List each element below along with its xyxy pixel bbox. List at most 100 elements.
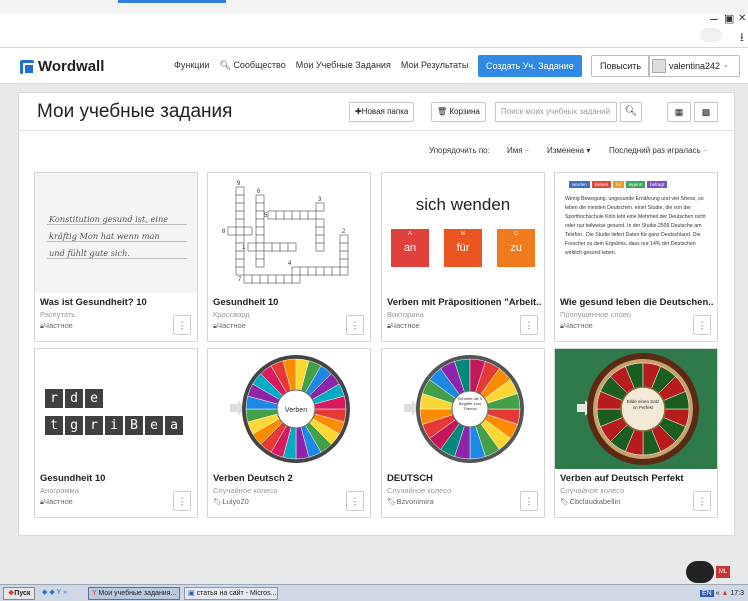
sort-by-last-played[interactable]: Последний раз игралась – (609, 146, 707, 155)
letter-tile: r (85, 416, 103, 435)
new-folder-button[interactable]: ✚Новая папка (349, 102, 415, 122)
word-tag: lol (613, 181, 624, 188)
nav-features[interactable]: Функции (174, 60, 209, 71)
card-title[interactable]: DEUTSCH (387, 473, 541, 484)
letter-tile: B (125, 416, 143, 435)
sort-last-played-label: Последний раз игралась (609, 146, 701, 155)
activity-card[interactable]: werden kamen lol eigens befragt Wenig Be… (554, 172, 718, 342)
crossword-cells (227, 186, 349, 284)
spin-wheel: Bilde einen Satz im Perfekt (577, 353, 699, 465)
card-menu-button[interactable]: ⋮ (520, 491, 538, 511)
handwritten-text: Konstitution gesund ist, eine kräftig Mo… (49, 211, 168, 262)
restore-button[interactable]: ▣ (724, 12, 734, 25)
trash-button[interactable]: 🗑︎ Корзина (431, 102, 486, 122)
card-title[interactable]: Was ist Gesundheit? 10 (40, 297, 194, 308)
start-button[interactable]: ❖Пуск (3, 587, 36, 600)
grid-view-small-button[interactable]: ▩ (694, 102, 718, 122)
nav-community[interactable]: 🔍︎ Сообщество (219, 60, 285, 71)
letter-tile: g (65, 416, 83, 435)
card-owner-label: Частное (391, 321, 420, 330)
card-type: Анаграмма (40, 486, 79, 495)
sort-by-modified[interactable]: Изменена ▾ (547, 146, 590, 155)
ml-badge[interactable]: ML (716, 566, 730, 578)
card-owner: 🔖︎Bzvonimira (387, 497, 434, 506)
bookmark-icon: 🔖︎ (560, 497, 570, 506)
taskbar-task-word[interactable]: ▣ статья на сайт - Micros... (184, 587, 278, 600)
clock: 17:3 (730, 590, 744, 597)
word-tag: eigens (625, 181, 646, 188)
card-title[interactable]: Gesundheit 10 (213, 297, 367, 308)
card-menu-button[interactable]: ⋮ (693, 315, 711, 335)
clue-number: 5 (264, 213, 268, 219)
card-menu-button[interactable]: ⋮ (346, 491, 364, 511)
address-bar[interactable] (8, 22, 708, 40)
activity-card[interactable]: 9 6 5 3 8 2 1 4 7 Gesundheit 10 Кроссвор… (207, 172, 371, 342)
activity-card[interactable]: Bilde einen Satz im Perfekt Verben auf D… (554, 348, 718, 518)
grid-small-icon: ▩ (701, 107, 711, 117)
answer-text: an (403, 242, 417, 254)
letter-tile: e (145, 416, 163, 435)
card-thumbnail: Schreibt die 5 Begriffe zum Thema! (382, 349, 544, 469)
bookmark-icon: 🔖︎ (387, 497, 397, 506)
taskbar-task-browser[interactable]: Y Мои учебные задания... (88, 587, 180, 600)
card-title[interactable]: Verben mit Präpositionen "Arbeit... (387, 297, 541, 308)
more-vertical-icon: ⋮ (350, 496, 360, 506)
answer-label: C (513, 231, 519, 237)
clue-number: 6 (257, 189, 261, 195)
card-title[interactable]: Verben auf Deutsch Perfekt (560, 473, 714, 484)
card-thumbnail: 9 6 5 3 8 2 1 4 7 (208, 173, 370, 293)
card-thumbnail: sich wenden Aan Bfür Czu (382, 173, 544, 293)
site-header: Wordwall Функции 🔍︎ Сообщество Мои Учебн… (0, 48, 748, 84)
grid-large-icon: ▦ (674, 107, 684, 117)
extension-pill[interactable] (700, 28, 722, 42)
card-menu-button[interactable]: ⋮ (693, 491, 711, 511)
word-tag: werden (569, 181, 590, 188)
chevron-left-icon[interactable]: « (716, 590, 720, 597)
user-menu[interactable]: valentina242 ⌄ (648, 55, 740, 77)
answer-label: A (407, 231, 412, 237)
activity-card[interactable]: r d e t g r i B e a Gesundheit 10 Анагра… (34, 348, 198, 518)
sort-by-name[interactable]: Имя – (507, 146, 529, 155)
close-window-button[interactable]: ✕ (738, 13, 746, 24)
download-icon[interactable]: ⭳ (740, 28, 744, 49)
nav-my-activities[interactable]: Мои Учебные Задания (296, 60, 391, 71)
activity-card[interactable]: Verben Verben Deutsch 2 Случайное колесо… (207, 348, 371, 518)
card-owner-label: Lulyo20 (222, 497, 249, 506)
activity-card[interactable]: Schreibt die 5 Begriffe zum Thema! DEUTS… (381, 348, 545, 518)
activity-card[interactable]: Konstitution gesund ist, eine kräftig Mo… (34, 172, 198, 342)
quicklaunch-icons[interactable]: ◆ ◆ Y » (42, 588, 67, 596)
plus-icon: ✚ (355, 107, 362, 116)
grid-view-large-button[interactable]: ▦ (667, 102, 691, 122)
taskbar: ❖Пуск ◆ ◆ Y » Y Мои учебные задания... ▣… (0, 584, 748, 601)
new-folder-label: Новая папка (361, 107, 409, 116)
card-owner-label: Частное (564, 321, 593, 330)
search-button[interactable]: 🔍︎ (620, 102, 642, 122)
word-icon: ▣ (188, 590, 195, 597)
card-menu-button[interactable]: ⋮ (520, 315, 538, 335)
wordwall-logo[interactable]: Wordwall (20, 58, 104, 75)
card-title[interactable]: Verben Deutsch 2 (213, 473, 367, 484)
card-owner-label: Частное (44, 497, 73, 506)
active-tab-indicator[interactable] (118, 0, 226, 3)
card-menu-button[interactable]: ⋮ (173, 315, 191, 335)
language-indicator[interactable]: EN (699, 590, 714, 597)
create-activity-button[interactable]: Создать Уч. Задание (478, 55, 582, 77)
clue-number: 2 (342, 229, 346, 235)
activity-card[interactable]: sich wenden Aan Bfür Czu Verben mit Präp… (381, 172, 545, 342)
chevron-down-icon: ⌄ (723, 62, 729, 69)
nav-my-results[interactable]: Мои Результаты (401, 60, 469, 71)
warning-icon[interactable]: ▲ (721, 590, 728, 597)
card-thumbnail: r d e t g r i B e a (35, 349, 197, 469)
card-title[interactable]: Gesundheit 10 (40, 473, 194, 484)
card-owner-label: Cbclaudiabellin (569, 497, 621, 506)
card-title[interactable]: Wie gesund leben die Deutschen... (560, 297, 714, 308)
card-menu-button[interactable]: ⋮ (346, 315, 364, 335)
handwritten-line: und fühlt gute sich. (49, 248, 131, 258)
search-input[interactable]: Поиск моих учебных заданий (495, 102, 617, 122)
upgrade-button[interactable]: Повысить (591, 55, 651, 77)
floating-app-badge[interactable] (686, 561, 714, 583)
card-menu-button[interactable]: ⋮ (173, 491, 191, 511)
card-owner-label: Bzvonimira (396, 497, 434, 506)
main-nav: Функции 🔍︎ Сообщество Мои Учебные Задани… (174, 60, 468, 71)
minimize-button[interactable]: – (710, 10, 718, 26)
